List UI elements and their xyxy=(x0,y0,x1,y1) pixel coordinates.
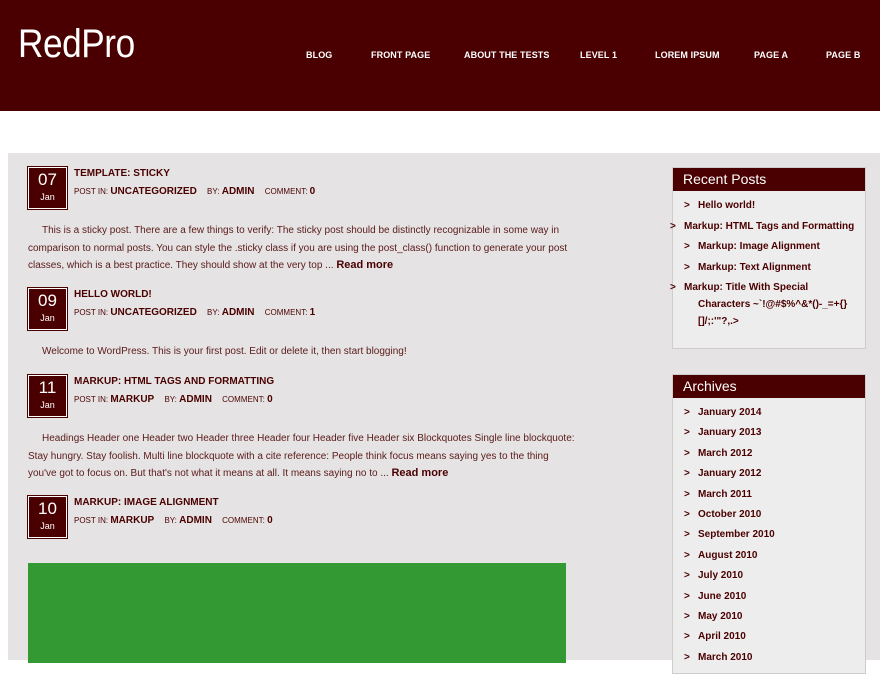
nav-item-page-a[interactable]: PAGE A xyxy=(754,50,788,60)
post-date-month: Jan xyxy=(40,192,55,202)
meta-label-category: POST IN: xyxy=(74,516,109,525)
post-featured-image xyxy=(28,563,566,663)
archive-link[interactable]: January 2014 xyxy=(684,404,855,421)
archive-link[interactable]: September 2010 xyxy=(684,526,855,543)
archive-link[interactable]: January 2012 xyxy=(684,465,855,482)
main-nav: BLOG FRONT PAGE ABOUT THE TESTS LEVEL 1 … xyxy=(0,50,880,64)
post-excerpt-text: Welcome to WordPress. This is your first… xyxy=(42,346,407,357)
nav-item-about-the-tests[interactable]: ABOUT THE TESTS xyxy=(464,50,550,60)
widget-title: Archives xyxy=(673,375,865,398)
post-category-link[interactable]: MARKUP xyxy=(110,394,154,405)
post-title[interactable]: MARKUP: HTML TAGS AND FORMATTING xyxy=(74,376,274,387)
nav-item-level-1[interactable]: LEVEL 1 xyxy=(580,50,617,60)
meta-label-comment: COMMENT: xyxy=(222,395,265,404)
recent-post-link[interactable]: Markup: Text Alignment xyxy=(684,259,855,276)
post-meta: POST IN: MARKUP BY: ADMIN COMMENT: 0 xyxy=(74,515,273,526)
post-excerpt-text: This is a sticky post. There are a few t… xyxy=(28,225,568,271)
post-title[interactable]: TEMPLATE: STICKY xyxy=(74,168,170,179)
meta-label-author: BY: xyxy=(164,516,177,525)
archive-link[interactable]: March 2012 xyxy=(684,445,855,462)
recent-post-link[interactable]: Markup: Image Alignment xyxy=(684,238,855,255)
post-category-link[interactable]: UNCATEGORIZED xyxy=(110,307,196,318)
post-date-day: 09 xyxy=(38,291,57,310)
post-date-month: Jan xyxy=(40,521,55,531)
post-meta: POST IN: UNCATEGORIZED BY: ADMIN COMMENT… xyxy=(74,186,315,197)
post-excerpt: Welcome to WordPress. This is your first… xyxy=(28,343,578,361)
site-header: RedPro BLOG FRONT PAGE ABOUT THE TESTS L… xyxy=(0,0,880,111)
post-author-link[interactable]: ADMIN xyxy=(222,307,255,318)
nav-item-page-b[interactable]: PAGE B xyxy=(826,50,860,60)
archive-link[interactable]: July 2010 xyxy=(684,567,855,584)
post-excerpt-text: Headings Header one Header two Header th… xyxy=(28,433,575,479)
post-date-month: Jan xyxy=(40,400,55,410)
post-comment-count[interactable]: 0 xyxy=(267,394,273,405)
archive-link[interactable]: March 2011 xyxy=(684,486,855,503)
post-category-link[interactable]: MARKUP xyxy=(110,515,154,526)
meta-label-category: POST IN: xyxy=(74,395,109,404)
post-author-link[interactable]: ADMIN xyxy=(179,515,212,526)
nav-item-blog[interactable]: BLOG xyxy=(306,50,332,60)
meta-label-category: POST IN: xyxy=(74,308,109,317)
post-meta: POST IN: UNCATEGORIZED BY: ADMIN COMMENT… xyxy=(74,307,315,318)
widget-title: Recent Posts xyxy=(673,168,865,191)
meta-label-comment: COMMENT: xyxy=(264,308,308,317)
archives-list: January 2014 January 2013 March 2012 Jan… xyxy=(673,398,865,677)
recent-post-link[interactable]: Markup: Title With Special Characters ~`… xyxy=(684,279,855,330)
recent-posts-widget: Recent Posts Hello world! Markup: HTML T… xyxy=(672,167,866,349)
archive-link[interactable]: April 2010 xyxy=(684,628,855,645)
meta-label-author: BY: xyxy=(207,187,220,196)
meta-label-author: BY: xyxy=(207,308,220,317)
meta-label-comment: COMMENT: xyxy=(222,516,265,525)
archive-link[interactable]: May 2010 xyxy=(684,608,855,625)
archive-link[interactable]: January 2013 xyxy=(684,424,855,441)
post-author-link[interactable]: ADMIN xyxy=(179,394,212,405)
post-date-month: Jan xyxy=(40,313,55,323)
read-more-link[interactable]: Read more xyxy=(336,259,393,271)
post-date-day: 10 xyxy=(38,499,57,518)
post-category-link[interactable]: UNCATEGORIZED xyxy=(110,186,196,197)
read-more-link[interactable]: Read more xyxy=(391,467,448,479)
post-date: 09 Jan xyxy=(27,287,68,331)
meta-label-author: BY: xyxy=(164,395,177,404)
post-comment-count[interactable]: 0 xyxy=(267,515,273,526)
post-meta: POST IN: MARKUP BY: ADMIN COMMENT: 0 xyxy=(74,394,273,405)
archives-widget: Archives January 2014 January 2013 March… xyxy=(672,374,866,674)
post-title[interactable]: HELLO WORLD! xyxy=(74,289,152,300)
meta-label-category: POST IN: xyxy=(74,187,109,196)
post-author-link[interactable]: ADMIN xyxy=(222,186,255,197)
post-excerpt: Headings Header one Header two Header th… xyxy=(28,430,578,483)
recent-posts-list: Hello world! Markup: HTML Tags and Forma… xyxy=(673,191,865,342)
archive-link[interactable]: June 2010 xyxy=(684,588,855,605)
recent-post-link[interactable]: Hello world! xyxy=(684,197,855,214)
post-date: 10 Jan xyxy=(27,495,68,539)
meta-label-comment: COMMENT: xyxy=(264,187,308,196)
post-date-day: 07 xyxy=(38,170,57,189)
recent-post-link[interactable]: Markup: HTML Tags and Formatting xyxy=(684,218,855,235)
archive-link[interactable]: October 2010 xyxy=(684,506,855,523)
post-comment-count[interactable]: 1 xyxy=(310,307,316,318)
archive-link[interactable]: March 2010 xyxy=(684,649,855,666)
nav-item-front-page[interactable]: FRONT PAGE xyxy=(371,50,430,60)
nav-item-lorem-ipsum[interactable]: LOREM IPSUM xyxy=(655,50,720,60)
post-date: 11 Jan xyxy=(27,374,68,418)
post-date-day: 11 xyxy=(38,378,57,397)
archive-link[interactable]: August 2010 xyxy=(684,547,855,564)
post-date: 07 Jan xyxy=(27,166,68,210)
post-title[interactable]: MARKUP: IMAGE ALIGNMENT xyxy=(74,497,219,508)
post-excerpt: This is a sticky post. There are a few t… xyxy=(28,222,578,275)
post-comment-count[interactable]: 0 xyxy=(310,186,316,197)
